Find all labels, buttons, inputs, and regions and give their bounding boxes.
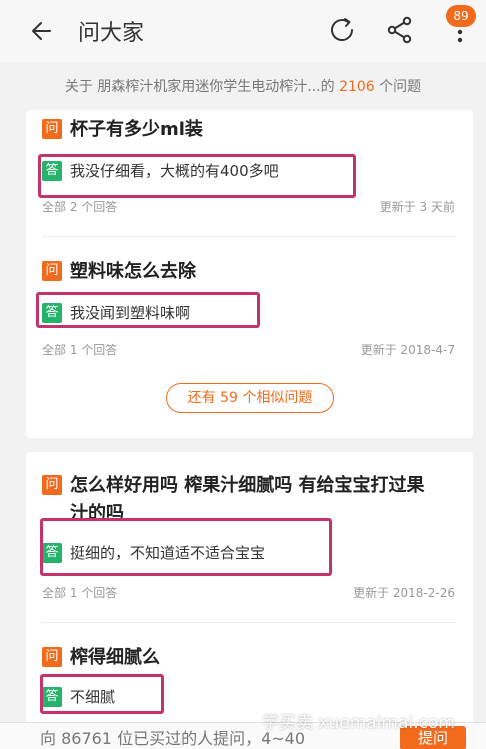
divider (42, 622, 457, 623)
question-card: 问 怎么样好用吗 榨果汁细腻吗 有给宝宝打过果 汁的吗 答 挺细的，不知道适不适… (26, 452, 473, 732)
question-tag: 问 (42, 261, 62, 281)
question-line-1: 怎么样好用吗 榨果汁细腻吗 有给宝宝打过果 (70, 475, 425, 496)
highlight-box (40, 674, 164, 714)
question-text: 塑料味怎么去除 (70, 261, 196, 282)
summary-suffix: 个问题 (374, 79, 422, 95)
question-tag: 问 (42, 647, 62, 667)
site-watermark: 学买卖 xuemaimai.com (262, 713, 455, 733)
refresh-icon[interactable] (326, 14, 358, 46)
question-text: 杯子有多少ml装 (70, 119, 203, 140)
answer-count[interactable]: 全部 1 个回答 (42, 584, 117, 601)
back-arrow-icon[interactable] (28, 16, 58, 46)
similar-questions-button[interactable]: 还有 59 个相似问题 (166, 383, 334, 413)
highlight-box (40, 518, 332, 576)
question-card: 问 杯子有多少ml装 答 我没仔细看，大概的有400多吧 全部 2 个回答 更新… (26, 110, 473, 438)
notification-badge: 89 (446, 5, 476, 27)
page-title: 问大家 (78, 21, 145, 46)
answer-count[interactable]: 全部 2 个回答 (42, 198, 117, 215)
share-icon[interactable] (384, 14, 416, 46)
answer-count[interactable]: 全部 1 个回答 (42, 341, 117, 358)
top-bar: 问大家 89 (0, 0, 486, 62)
summary-prefix: 关于 朋森榨汁机家用迷你学生电动榨汁...的 (64, 79, 340, 95)
question-item[interactable]: 问 杯子有多少ml装 (42, 116, 203, 144)
update-time: 更新于 3 天前 (379, 200, 455, 214)
divider (42, 236, 457, 237)
question-tag: 问 (42, 119, 62, 139)
question-text: 榨得细腻么 (70, 647, 160, 668)
update-time: 更新于 2018-4-7 (360, 343, 455, 357)
question-item[interactable]: 问 榨得细腻么 (42, 644, 160, 672)
update-time: 更新于 2018-2-26 (353, 586, 455, 600)
question-item[interactable]: 问 塑料味怎么去除 (42, 258, 196, 286)
question-summary: 关于 朋森榨汁机家用迷你学生电动榨汁...的 2106 个问题 (0, 70, 486, 104)
question-count: 2106 (339, 79, 375, 95)
highlight-box (36, 292, 260, 328)
highlight-box (38, 154, 356, 198)
question-tag: 问 (42, 475, 62, 495)
